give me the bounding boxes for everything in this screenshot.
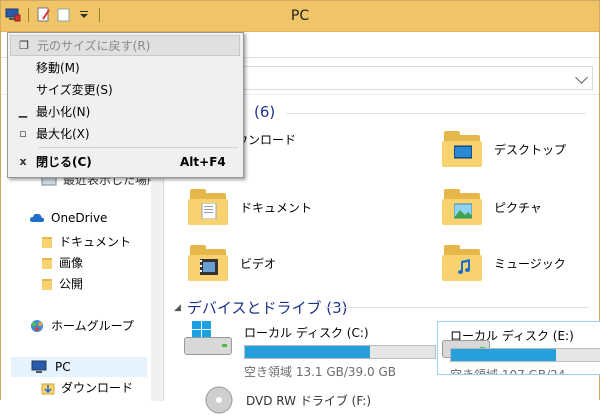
desktop-folder-icon <box>442 129 482 169</box>
close-shortcut: Alt+F4 <box>180 154 226 169</box>
menu-separator <box>38 147 238 148</box>
download-folder-icon <box>41 383 55 394</box>
nav-item-label: ホームグループ <box>51 319 134 333</box>
folder-label: デスクトップ <box>494 142 567 157</box>
nav-item-homegroup[interactable]: ホームグループ <box>29 317 134 334</box>
nav-item-label: 画像 <box>59 256 84 270</box>
drives-group-header[interactable]: ◢ デバイスとドライブ (3) <box>174 297 348 318</box>
folder-label: ピクチャ <box>494 200 542 215</box>
nav-item-label: PC <box>55 360 71 374</box>
drive-tile-e[interactable]: ローカル ディスク (E:) 空き領域 107 GB/24 <box>437 321 600 375</box>
nav-item-downloads[interactable]: ダウンロード <box>41 379 133 396</box>
nav-item-label: ドキュメント <box>59 235 132 249</box>
explorer-window: PC 最近表示した場所 OneDrive ドキュメント 画像 公開 ホームグルー… <box>0 0 600 414</box>
dvd-drive-icon <box>205 386 233 414</box>
menu-item-maximize[interactable]: ▫ 最大化(X) <box>10 123 240 144</box>
folder-tile-documents[interactable]: ドキュメント <box>188 187 312 227</box>
address-bar[interactable] <box>239 66 593 90</box>
title-bar[interactable]: PC <box>1 1 599 32</box>
nav-item-pc[interactable]: PC <box>11 357 147 377</box>
menu-item-minimize[interactable]: ▁ 最小化(N) <box>10 101 240 122</box>
documents-folder-icon <box>188 187 228 227</box>
nav-item-documents[interactable]: ドキュメント <box>41 233 131 250</box>
drive-name: ローカル ディスク (C:) <box>244 326 369 340</box>
windows-drive-icon <box>184 321 236 361</box>
nav-item-public[interactable]: 公開 <box>41 275 83 292</box>
nav-item-onedrive[interactable]: OneDrive <box>29 211 107 225</box>
chevron-down-icon[interactable] <box>575 71 588 84</box>
restore-icon: ❐ <box>19 39 29 52</box>
nav-item-label: OneDrive <box>51 211 108 225</box>
menu-item-close[interactable]: x 閉じる(C) Alt+F4 <box>10 151 240 172</box>
drive-usage-bar <box>244 345 436 359</box>
videos-folder-icon <box>188 243 228 283</box>
drive-free-space: 空き領域 107 GB/24 <box>450 368 566 375</box>
onedrive-cloud-icon <box>30 213 44 222</box>
folder-tile-pictures[interactable]: ピクチャ <box>442 187 542 227</box>
menu-item-size[interactable]: サイズ変更(S) <box>10 79 240 100</box>
maximize-icon: ▫ <box>19 127 27 140</box>
menu-item-restore[interactable]: ❐ 元のサイズに戻す(R) <box>10 35 240 56</box>
folder-label: ミュージック <box>494 256 566 271</box>
folder-icon <box>42 236 52 248</box>
folder-icon <box>42 278 52 290</box>
computer-icon <box>31 360 47 373</box>
minimize-icon: ▁ <box>18 105 28 118</box>
folders-count: (6) <box>254 103 276 121</box>
window-title: PC <box>290 8 310 24</box>
group-divider <box>324 307 589 308</box>
nav-item-label: ダウンロード <box>61 381 134 395</box>
homegroup-icon <box>31 319 43 332</box>
drive-name: DVD RW ドライブ (F:) <box>246 393 372 408</box>
music-folder-icon <box>442 243 482 283</box>
drive-tile-c[interactable]: ローカル ディスク (C:) 空き領域 13.1 GB/39.0 GB <box>184 321 436 380</box>
menu-item-move[interactable]: 移動(M) <box>10 57 240 78</box>
folder-label: ビデオ <box>240 256 277 271</box>
nav-item-label: 公開 <box>59 277 84 291</box>
folder-tile-desktop[interactable]: デスクトップ <box>442 129 566 169</box>
close-icon: x <box>19 155 27 168</box>
drive-usage-bar <box>450 348 600 362</box>
nav-item-images[interactable]: 画像 <box>41 254 83 271</box>
system-menu: ❐ 元のサイズに戻す(R) 移動(M) サイズ変更(S) ▁ 最小化(N) ▫ … <box>7 32 244 178</box>
drive-tile-dvd[interactable]: DVD RW ドライブ (F:) <box>204 385 371 415</box>
group-divider <box>286 113 586 114</box>
folder-label: ドキュメント <box>240 200 313 215</box>
folder-tile-videos[interactable]: ビデオ <box>188 243 276 283</box>
pictures-folder-icon <box>442 187 482 227</box>
drive-free-space: 空き領域 13.1 GB/39.0 GB <box>244 365 396 379</box>
folder-tile-music[interactable]: ミュージック <box>442 243 566 283</box>
folders-group-header[interactable]: (6) <box>254 103 275 121</box>
folder-icon <box>42 257 52 269</box>
collapse-arrow-icon[interactable]: ◢ <box>174 303 181 313</box>
